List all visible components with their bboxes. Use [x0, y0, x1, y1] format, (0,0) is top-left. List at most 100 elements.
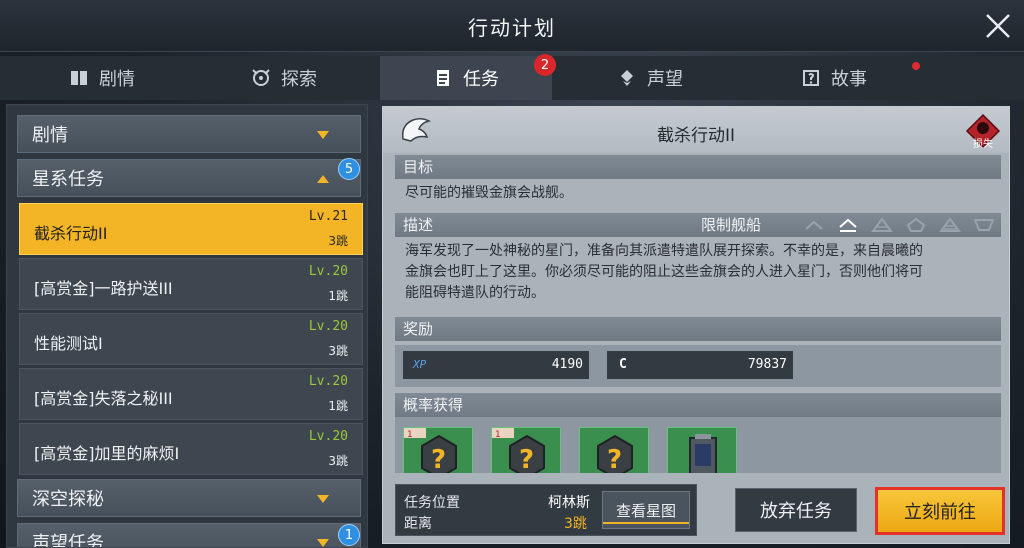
- story-icon: [803, 70, 819, 86]
- category-galaxy-missions[interactable]: 星系任务 5: [17, 158, 361, 197]
- mission-jumps: 3跳: [328, 454, 348, 468]
- mission-detail-panel: 截杀行动II 损失 目标 尽可能的摧毁金旗会战舰。 描述 限制舰船 海军发现了一…: [382, 106, 1010, 544]
- chevron-down-icon: [317, 495, 329, 503]
- ship-class-icon: [973, 219, 995, 231]
- tab-stories[interactable]: 故事: [746, 56, 922, 100]
- drop-item[interactable]: 1 ?: [403, 427, 473, 473]
- abandon-mission-button[interactable]: 放弃任务: [735, 488, 857, 532]
- category-reputation-missions[interactable]: 声望任务 1: [17, 523, 361, 548]
- reward-row: XP 4190 C 79837: [395, 345, 1001, 387]
- mystery-blueprint-icon: 1 ?: [404, 428, 457, 473]
- mission-title: 截杀行动II: [656, 126, 736, 146]
- tab-bar: 剧情 探索 任务 2 声望 故事: [0, 54, 1024, 100]
- mission-item[interactable]: [高赏金]加里的麻烦I Lv.20 3跳: [19, 423, 363, 475]
- svg-text:?: ?: [519, 445, 534, 473]
- window-title: 行动计划: [468, 16, 556, 40]
- data-case-icon: [689, 434, 717, 473]
- mission-name: 截杀行动II: [34, 224, 108, 243]
- book-icon: [71, 71, 87, 85]
- tab-label: 故事: [831, 69, 867, 90]
- description-label: 描述: [403, 216, 434, 234]
- category-label: 剧情: [32, 125, 68, 146]
- clipboard-icon: [437, 70, 449, 86]
- mission-item[interactable]: 性能测试I Lv.20 3跳: [19, 313, 363, 365]
- drops-row: 1 ? 1 ? ?: [395, 417, 1001, 473]
- loss-emblem: 损失: [965, 113, 1001, 150]
- notification-badge: 2: [534, 54, 556, 76]
- mission-item[interactable]: 截杀行动II Lv.21 3跳: [19, 203, 363, 255]
- mystery-module-icon: ?: [597, 434, 633, 473]
- xp-label: XP: [413, 358, 427, 371]
- goal-header: 目标: [395, 155, 1001, 179]
- chevron-down-icon: [317, 539, 329, 547]
- view-starmap-button[interactable]: 查看星图: [602, 491, 690, 529]
- ship-class-icon: [939, 217, 961, 232]
- ship-limit-label: 限制舰船: [701, 216, 762, 234]
- medal-icon: [621, 70, 633, 86]
- ship-limit-icons: [803, 217, 995, 233]
- notification-dot: [912, 62, 920, 70]
- tab-label: 声望: [647, 69, 683, 90]
- tab-label: 任务: [463, 69, 499, 90]
- ship-class-icon: [871, 217, 893, 232]
- mission-jumps: 3跳: [328, 234, 348, 248]
- goal-text: 尽可能的摧毁金旗会战舰。: [405, 185, 573, 201]
- mission-item[interactable]: [高赏金]失落之秘III Lv.20 1跳: [19, 368, 363, 420]
- emblem-label: 损失: [973, 139, 993, 150]
- drop-item[interactable]: 1 ?: [491, 427, 561, 473]
- mission-name: [高赏金]加里的麻烦I: [34, 444, 180, 463]
- location-label: 任务位置: [404, 495, 460, 511]
- radar-icon: [252, 69, 270, 86]
- mission-item[interactable]: [高赏金]一路护送III Lv.20 1跳: [19, 258, 363, 310]
- tab-label: 探索: [281, 69, 317, 90]
- tab-reputation[interactable]: 声望: [562, 56, 738, 100]
- drop-item[interactable]: [667, 427, 737, 473]
- category-label: 星系任务: [32, 169, 104, 190]
- mission-jumps: 3跳: [328, 344, 348, 358]
- tab-missions[interactable]: 任务 2: [380, 54, 556, 100]
- mission-name: 性能测试I: [34, 334, 103, 353]
- title-bar: 行动计划: [0, 0, 1024, 52]
- tab-explore[interactable]: 探索: [196, 56, 372, 100]
- mission-level: Lv.20: [308, 374, 348, 389]
- go-now-button[interactable]: 立刻前往: [875, 487, 1005, 535]
- tab-story[interactable]: 剧情: [14, 56, 190, 100]
- detail-header: 截杀行动II 损失: [383, 107, 1009, 153]
- description-line: 海军发现了一处神秘的星门，准备向其派遣特遣队展开探索。不幸的是，来自晨曦的: [405, 243, 923, 259]
- location-value: 柯林斯: [548, 495, 590, 511]
- svg-text:?: ?: [431, 445, 446, 473]
- mission-jumps: 1跳: [328, 289, 348, 303]
- chevron-down-icon: [317, 131, 329, 139]
- category-label: 深空探秘: [32, 489, 104, 510]
- distance-label: 距离: [404, 516, 432, 532]
- description-line: 金旗会也盯上了这里。你必须尽可能的阻止这些金旗会的人进入星门，否则他们将可: [405, 264, 923, 280]
- xp-value: 4190: [551, 357, 583, 372]
- category-deep-space[interactable]: 深空探秘: [17, 479, 361, 517]
- mission-level: Lv.20: [308, 429, 348, 444]
- location-box: 任务位置 柯林斯 距离 3跳 查看星图: [395, 484, 697, 536]
- credit-reward: C 79837: [607, 351, 793, 379]
- close-button[interactable]: [982, 10, 1014, 42]
- tab-label: 剧情: [99, 69, 135, 90]
- mystery-blueprint-icon: 1 ?: [492, 428, 545, 473]
- svg-text:1: 1: [495, 430, 501, 440]
- drop-item[interactable]: ?: [579, 427, 649, 473]
- mission-level: Lv.21: [308, 209, 348, 224]
- svg-text:1: 1: [407, 430, 413, 440]
- mission-list-panel: 剧情 星系任务 5 截杀行动II Lv.21 3跳 [高赏金]一路护送III L…: [6, 104, 368, 548]
- distance-value: 3跳: [564, 516, 587, 532]
- svg-text:?: ?: [607, 445, 622, 473]
- ship-class-icon: [906, 217, 926, 232]
- mission-jumps: 1跳: [328, 399, 348, 413]
- mission-name: [高赏金]一路护送III: [34, 279, 173, 298]
- close-icon: [986, 14, 1010, 38]
- description-line: 能阻碍特遣队的行动。: [405, 285, 545, 301]
- category-label: 声望任务: [32, 533, 104, 548]
- drops-header: 概率获得: [395, 393, 1001, 417]
- count-badge: 5: [338, 158, 360, 180]
- reward-header: 奖励: [395, 317, 1001, 341]
- description-header: 描述 限制舰船: [395, 213, 1001, 237]
- category-story[interactable]: 剧情: [17, 115, 361, 153]
- mission-level: Lv.20: [308, 319, 348, 334]
- chevron-up-icon: [317, 175, 329, 183]
